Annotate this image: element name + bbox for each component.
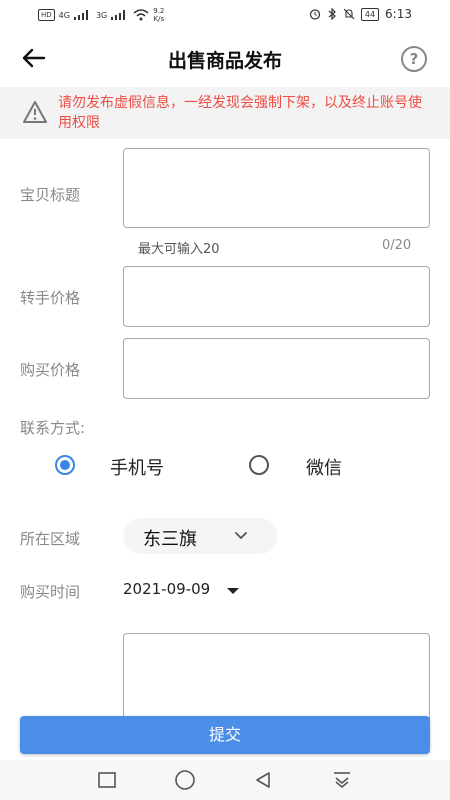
radio-wechat-label[interactable]: 微信 <box>306 454 342 480</box>
warning-triangle-icon <box>23 101 47 123</box>
clock: 6:13 <box>385 7 412 21</box>
region-select[interactable]: 东三旗 <box>123 518 278 554</box>
warning-notice: 请勿发布虚假信息，一经发现会强制下架，以及终止账号使用权限 <box>0 87 450 139</box>
help-button[interactable]: ? <box>401 46 427 72</box>
speed-value: 9.2 <box>153 7 165 15</box>
title-hint: 最大可输入20 <box>138 242 220 257</box>
purchase-price-input[interactable] <box>123 338 430 399</box>
title-char-count: 0/20 <box>382 238 412 253</box>
alarm-icon <box>309 9 320 20</box>
contact-label: 联系方式: <box>20 419 86 437</box>
signal-icon-2 <box>111 10 129 20</box>
title-bar: 出售商品发布 ? <box>0 30 450 86</box>
chevron-down-icon <box>235 532 247 539</box>
speed-unit: K/s <box>153 15 165 23</box>
region-value: 东三旗 <box>143 529 197 550</box>
circle-icon[interactable] <box>174 769 196 791</box>
purchase-price-label: 购买价格 <box>20 361 81 379</box>
square-icon[interactable] <box>97 770 117 790</box>
network-type-2: 3G <box>95 10 108 20</box>
battery-level: 44 <box>360 7 380 21</box>
network-speed: 9.2 K/s <box>153 7 164 23</box>
notice-text: 请勿发布虚假信息，一经发现会强制下架，以及终止账号使用权限 <box>58 95 422 131</box>
network-type-1: 4G <box>58 10 70 20</box>
title-input[interactable] <box>123 148 430 228</box>
radio-wechat[interactable] <box>249 455 269 475</box>
download-icon[interactable] <box>332 770 352 790</box>
region-label: 所在区域 <box>20 530 81 548</box>
submit-button[interactable]: 提交 <box>20 716 430 754</box>
status-right: 44 6:13 <box>309 7 412 21</box>
system-nav-bar <box>0 760 450 800</box>
signal-icon <box>73 10 92 20</box>
description-input[interactable] <box>123 633 430 723</box>
purchase-time-label: 购买时间 <box>20 583 81 601</box>
wifi-icon <box>133 9 149 21</box>
caret-down-icon[interactable] <box>227 587 239 595</box>
bluetooth-icon <box>328 8 336 20</box>
radio-phone-label[interactable]: 手机号 <box>110 454 164 480</box>
question-circle-icon: ? <box>409 50 419 68</box>
resale-price-input[interactable] <box>123 266 430 327</box>
status-left: HD 4G 3G 9.2 K/s <box>38 7 164 23</box>
status-bar: HD 4G 3G 9.2 K/s 44 6:13 <box>0 0 450 30</box>
purchase-time-value[interactable]: 2021-09-09 <box>123 580 210 598</box>
title-label: 宝贝标题 <box>20 186 81 204</box>
resale-price-label: 转手价格 <box>20 289 81 307</box>
radio-phone[interactable] <box>55 455 75 475</box>
triangle-back-icon[interactable] <box>253 770 273 790</box>
mute-icon <box>343 8 355 20</box>
page-title: 出售商品发布 <box>167 50 282 72</box>
hd-badge: HD <box>38 9 55 21</box>
